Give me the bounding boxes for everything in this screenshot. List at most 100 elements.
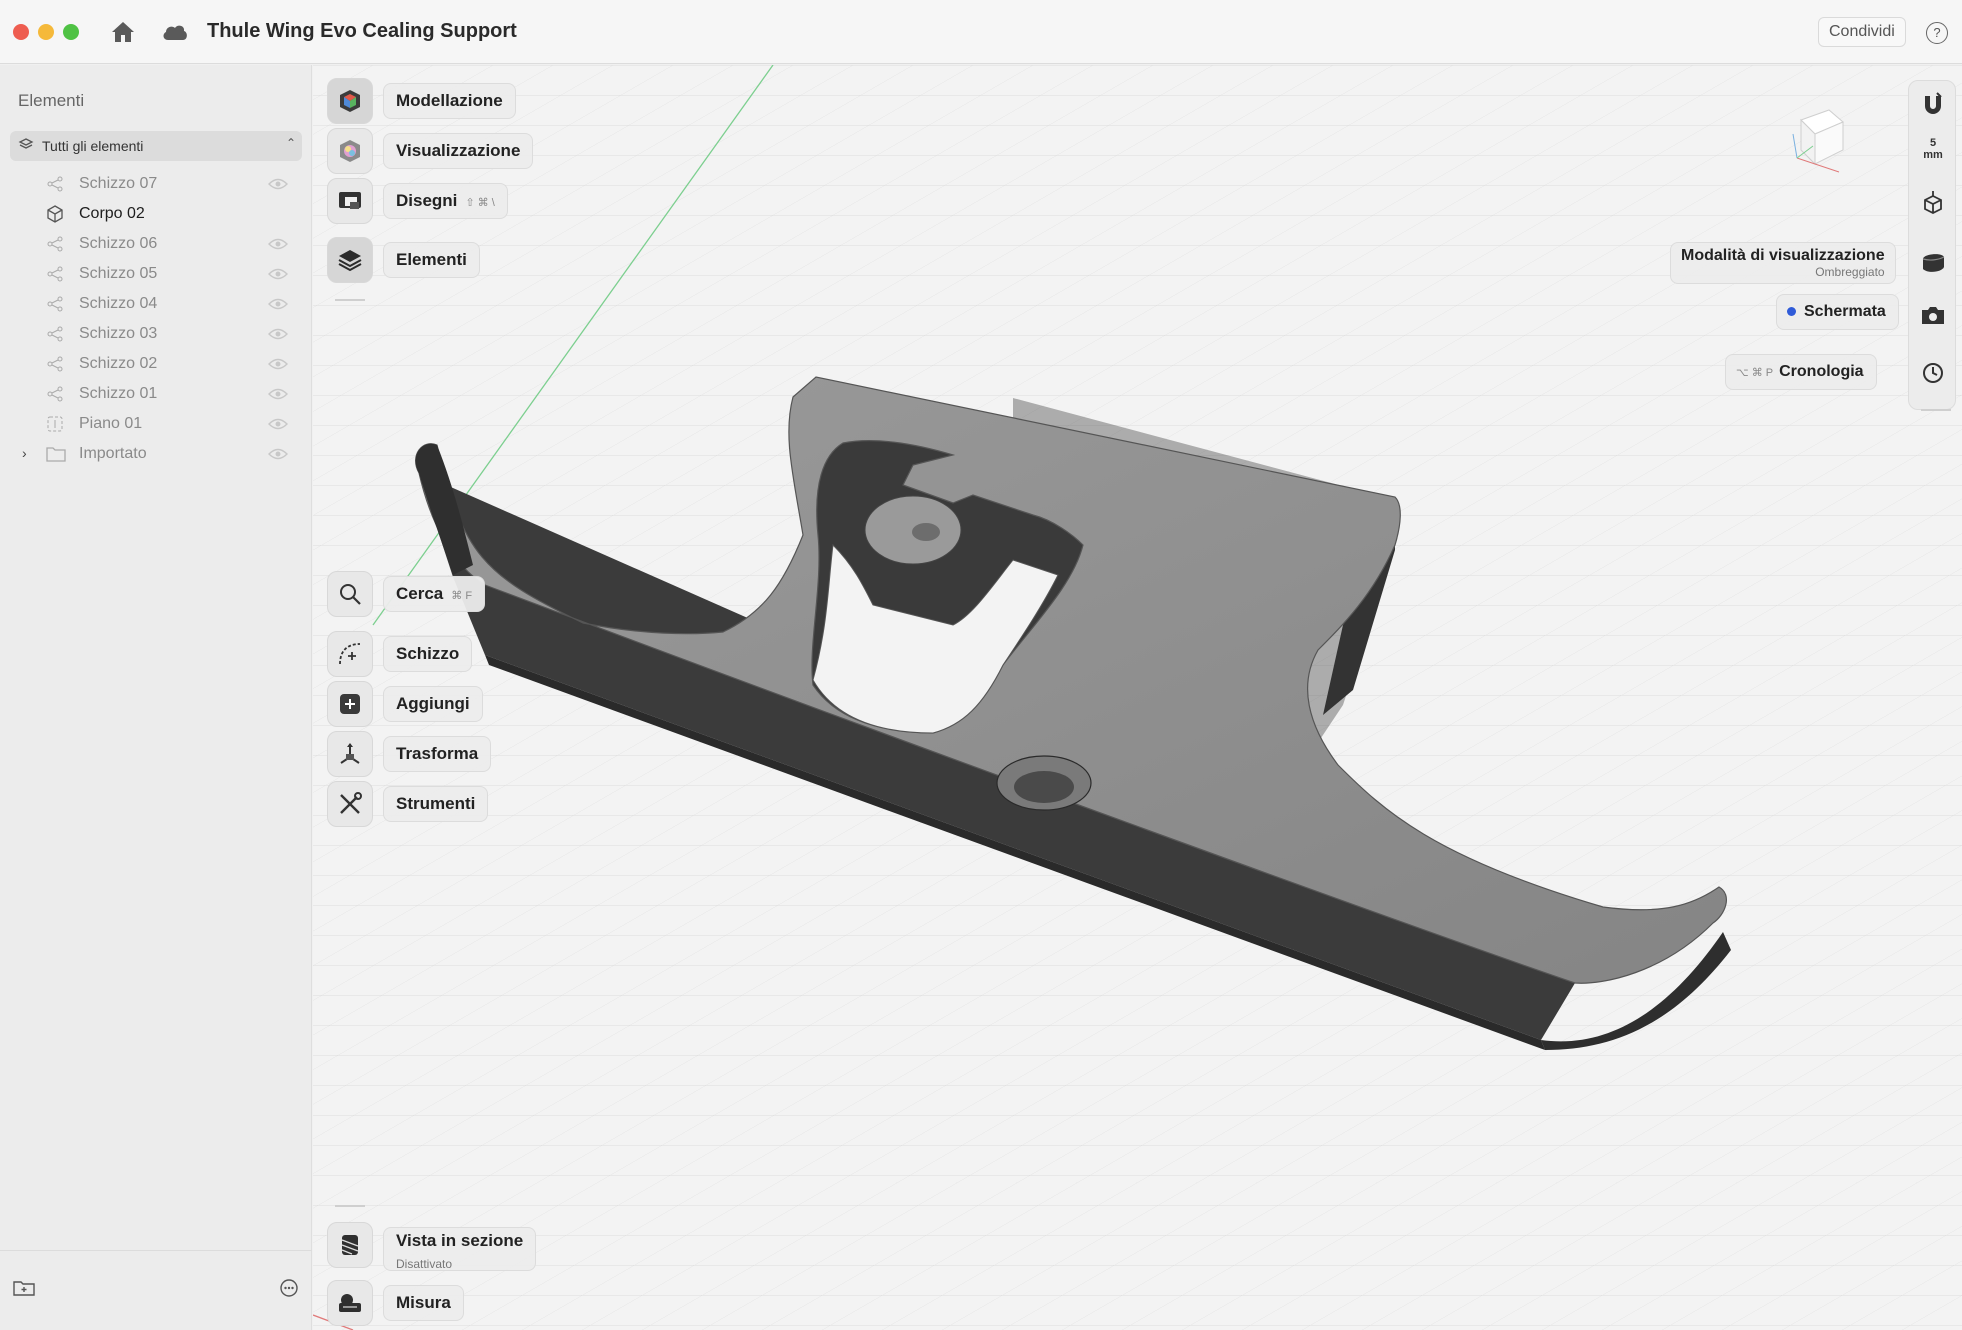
tree-item-label: Corpo 02 [79,205,145,222]
scale-value: 5 [1929,137,1937,149]
tree-item-label: Schizzo 03 [79,325,158,342]
elements-tree: Schizzo 07 Corpo 02 Schizzo 06 Schizzo 0… [0,169,312,469]
view-mode-label: Modalità di visualizzazione [1681,247,1885,264]
tree-item-piano-01[interactable]: Piano 01 [0,409,312,439]
tool-label: Strumenti [383,786,489,822]
camera-icon[interactable] [1909,293,1957,337]
status-dot [1787,307,1796,317]
tree-item-schizzo-07[interactable]: Schizzo 07 [0,169,312,199]
minimize-window-button[interactable] [38,24,54,40]
sketch-icon [46,355,64,373]
toolbar-divider [335,1205,365,1207]
document-title: Thule Wing Evo Cealing Support [207,20,517,42]
history-shortcut: ⌥ ⌘ P [1736,367,1774,379]
more-options-icon[interactable] [279,1278,299,1303]
sketch-icon [46,385,64,403]
cerca-shortcut: ⌘ F [451,590,473,602]
visibility-eye-icon[interactable] [268,417,288,431]
cloud-icon[interactable] [160,18,190,46]
tool-label: Visualizzazione [383,133,534,169]
sketch-icon [46,265,64,283]
toolbar-divider [1921,409,1951,411]
tree-item-label: Piano 01 [79,415,143,432]
drawings-icon[interactable] [327,178,373,224]
sketch-icon [46,175,64,193]
disegni-shortcut: ⇧ ⌘ \ [465,197,495,209]
tool-label: Disegni ⇧ ⌘ \ [383,183,508,219]
grid-scale[interactable]: 5 mm [1909,137,1957,161]
search-icon[interactable] [327,571,373,617]
3d-viewport[interactable]: Modellazione Visualizzazione Disegni ⇧ ⌘ … [313,65,1962,1330]
tool-label: Elementi [383,242,480,278]
shaded-mode-icon[interactable] [1909,241,1957,285]
tree-item-importato[interactable]: › Importato [0,439,312,469]
layers-stack-icon[interactable] [327,237,373,283]
visibility-eye-icon[interactable] [268,357,288,371]
scale-unit: mm [1923,149,1943,161]
filter-label: Tutti gli elementi [42,138,144,154]
tree-item-schizzo-01[interactable]: Schizzo 01 [0,379,312,409]
tree-item-schizzo-05[interactable]: Schizzo 05 [0,259,312,289]
sketch-arc-icon[interactable] [327,631,373,677]
visibility-eye-icon[interactable] [268,177,288,191]
tree-item-label: Schizzo 05 [79,265,158,282]
disegni-label: Disegni [396,191,458,210]
zoom-window-button[interactable] [63,24,79,40]
close-window-button[interactable] [13,24,29,40]
history-clock-icon[interactable] [1909,351,1957,395]
tree-item-schizzo-06[interactable]: Schizzo 06 [0,229,312,259]
visibility-eye-icon[interactable] [268,327,288,341]
tree-item-label: Schizzo 07 [79,175,158,192]
chevron-updown-icon: ⌃ [285,136,296,150]
measure-icon[interactable] [327,1280,373,1326]
plane-icon [46,415,64,433]
history-card[interactable]: ⌥ ⌘ P Cronologia [1725,354,1877,390]
tool-label: Cerca ⌘ F [383,576,486,612]
visibility-eye-icon[interactable] [268,387,288,401]
layers-icon [18,137,34,158]
add-square-icon[interactable] [327,681,373,727]
visibility-eye-icon[interactable] [268,237,288,251]
sidebar-title: Elementi [18,91,85,110]
tree-item-corpo-02[interactable]: Corpo 02 [0,199,312,229]
tree-item-label: Schizzo 04 [79,295,158,312]
modeling-icon[interactable] [327,78,373,124]
view-cube[interactable] [1783,106,1853,181]
screenshot-label: Schermata [1804,303,1886,320]
screenshot-card[interactable]: Schermata [1776,294,1899,330]
tool-label: Vista in sezione Disattivato [383,1227,537,1271]
cerca-label: Cerca [396,584,444,603]
tool-label: Modellazione [383,83,516,119]
visibility-eye-icon[interactable] [268,297,288,311]
tree-item-label: Schizzo 01 [79,385,158,402]
body-icon [46,205,64,223]
view-mode-card[interactable]: Modalità di visualizzazione Ombreggiato [1670,242,1896,284]
visibility-eye-icon[interactable] [268,447,288,461]
transform-arrows-icon[interactable] [327,731,373,777]
tree-item-schizzo-04[interactable]: Schizzo 04 [0,289,312,319]
chevron-right-icon[interactable]: › [22,445,27,461]
snap-cube-icon[interactable] [1909,181,1957,225]
sketch-icon [46,235,64,253]
help-button[interactable]: ? [1926,22,1948,44]
share-button[interactable]: Condividi [1818,17,1906,47]
right-toolbar: 5 mm [1908,80,1956,410]
visibility-eye-icon[interactable] [268,267,288,281]
tree-item-schizzo-02[interactable]: Schizzo 02 [0,349,312,379]
tool-label: Schizzo [383,636,473,672]
tool-label: Aggiungi [383,686,483,722]
magnet-icon[interactable] [1909,83,1957,127]
elements-filter-dropdown[interactable]: Tutti gli elementi ⌃ [10,131,302,161]
tools-wrench-icon[interactable] [327,781,373,827]
home-icon[interactable] [108,18,138,46]
section-view-icon[interactable] [327,1222,373,1268]
new-folder-icon[interactable] [13,1279,35,1302]
sketch-icon [46,325,64,343]
sketch-icon [46,295,64,313]
toolbar-divider [335,299,365,301]
sidebar-divider [0,1250,312,1251]
folder-icon [46,445,66,463]
tool-label: Misura [383,1285,464,1321]
tree-item-schizzo-03[interactable]: Schizzo 03 [0,319,312,349]
visualization-icon[interactable] [327,128,373,174]
